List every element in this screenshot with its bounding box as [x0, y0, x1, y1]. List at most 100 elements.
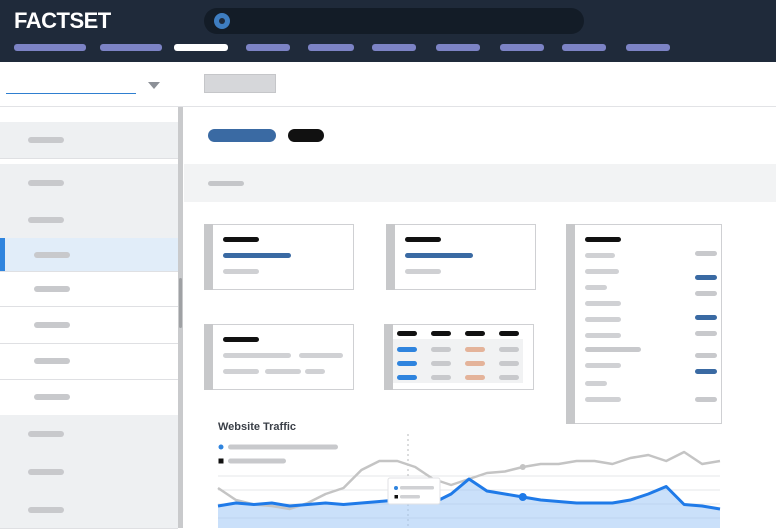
sidebar	[0, 107, 178, 529]
sidebar-item-label	[34, 358, 70, 364]
nav-tab-8[interactable]	[500, 44, 544, 51]
chart-tooltip	[387, 477, 441, 505]
table-header	[499, 331, 519, 336]
summary-card[interactable]	[204, 224, 354, 290]
sidebar-item-label	[28, 469, 64, 475]
sidebar-resize-handle[interactable]	[179, 278, 182, 328]
nav-tab-9[interactable]	[562, 44, 606, 51]
list-value	[695, 251, 717, 256]
card-title	[405, 237, 441, 242]
sidebar-item[interactable]	[0, 164, 178, 203]
list-item	[585, 301, 621, 306]
card-title	[585, 237, 621, 242]
sidebar-item[interactable]	[0, 343, 178, 380]
sidebar-item-label	[28, 180, 64, 186]
table-cell	[397, 375, 417, 380]
list-item	[585, 363, 621, 368]
table-cell	[397, 361, 417, 366]
entity-picker[interactable]	[6, 74, 136, 94]
sidebar-item[interactable]	[0, 453, 178, 492]
table-cell	[431, 347, 451, 352]
card-detail	[265, 369, 301, 374]
summary-card[interactable]	[386, 224, 536, 290]
list-value	[695, 275, 717, 280]
card-caption	[223, 269, 259, 274]
nav-tab-5[interactable]	[308, 44, 354, 51]
list-value	[695, 353, 717, 358]
card-detail	[305, 369, 325, 374]
chevron-down-icon[interactable]	[148, 82, 160, 89]
card-value	[223, 253, 291, 258]
legend-label	[228, 444, 338, 450]
card-detail	[299, 353, 343, 358]
card-title	[223, 237, 259, 242]
comparison-point	[519, 464, 526, 470]
nav-tab-3-active[interactable]	[174, 44, 228, 51]
sidebar-item-label	[34, 251, 70, 258]
table-card[interactable]	[384, 324, 534, 390]
card-caption	[405, 269, 441, 274]
sidebar-item[interactable]	[0, 271, 178, 307]
list-item	[585, 269, 619, 274]
sidebar-item-label	[34, 321, 70, 328]
traffic-point	[518, 493, 527, 501]
sidebar-item-label	[34, 285, 70, 292]
sidebar-item[interactable]	[0, 415, 178, 454]
list-item	[585, 253, 615, 258]
table-header	[397, 331, 417, 336]
sidebar-item-label	[28, 137, 64, 143]
table-cell	[431, 361, 451, 366]
list-item	[585, 347, 641, 352]
sidebar-item-label	[28, 217, 64, 223]
nav-tab-7[interactable]	[436, 44, 480, 51]
tooltip-label	[400, 486, 434, 490]
brand-logo: FACTSET	[14, 8, 111, 33]
table-cell	[431, 375, 451, 380]
tooltip-box	[387, 477, 441, 505]
sidebar-item[interactable]	[0, 491, 178, 529]
sidebar-item-label	[34, 394, 70, 400]
primary-action-button[interactable]	[208, 129, 276, 142]
list-value	[695, 369, 717, 374]
list-value	[695, 397, 717, 402]
sidebar-item-selected[interactable]	[0, 238, 178, 272]
table-cell	[465, 347, 485, 352]
top-navigation-bar: FACTSET	[0, 0, 776, 62]
tooltip-marker-blue	[394, 486, 398, 490]
nav-tab-2[interactable]	[100, 44, 162, 51]
sidebar-item[interactable]	[0, 306, 178, 344]
sidebar-item[interactable]	[0, 379, 178, 416]
sidebar-item[interactable]	[0, 202, 178, 239]
search-input[interactable]	[204, 8, 584, 34]
nav-tab-10[interactable]	[626, 44, 670, 51]
search-icon	[214, 13, 230, 29]
list-value	[695, 331, 717, 336]
sidebar-item[interactable]	[0, 122, 178, 159]
sidebar-item-label	[28, 431, 64, 437]
breadcrumb	[204, 74, 276, 93]
table-header	[431, 331, 451, 336]
table-cell	[465, 361, 485, 366]
website-traffic-chart[interactable]	[210, 432, 730, 528]
nav-tab-6[interactable]	[372, 44, 416, 51]
list-card[interactable]	[566, 224, 722, 424]
list-value	[695, 315, 717, 320]
table-header	[465, 331, 485, 336]
secondary-action-button[interactable]	[288, 129, 324, 142]
nav-tab-4[interactable]	[246, 44, 290, 51]
table-cell	[499, 361, 519, 366]
table-cell	[465, 375, 485, 380]
summary-card[interactable]	[204, 324, 354, 390]
section-title	[208, 181, 244, 186]
tooltip-label	[400, 495, 420, 499]
card-detail	[223, 369, 259, 374]
section-header	[184, 164, 776, 202]
nav-tab-1[interactable]	[14, 44, 86, 51]
list-item	[585, 397, 621, 402]
list-value	[695, 291, 717, 296]
card-detail	[223, 353, 291, 358]
list-item	[585, 333, 621, 338]
card-value	[405, 253, 473, 258]
tooltip-marker-black	[394, 495, 398, 499]
table-cell	[499, 347, 519, 352]
